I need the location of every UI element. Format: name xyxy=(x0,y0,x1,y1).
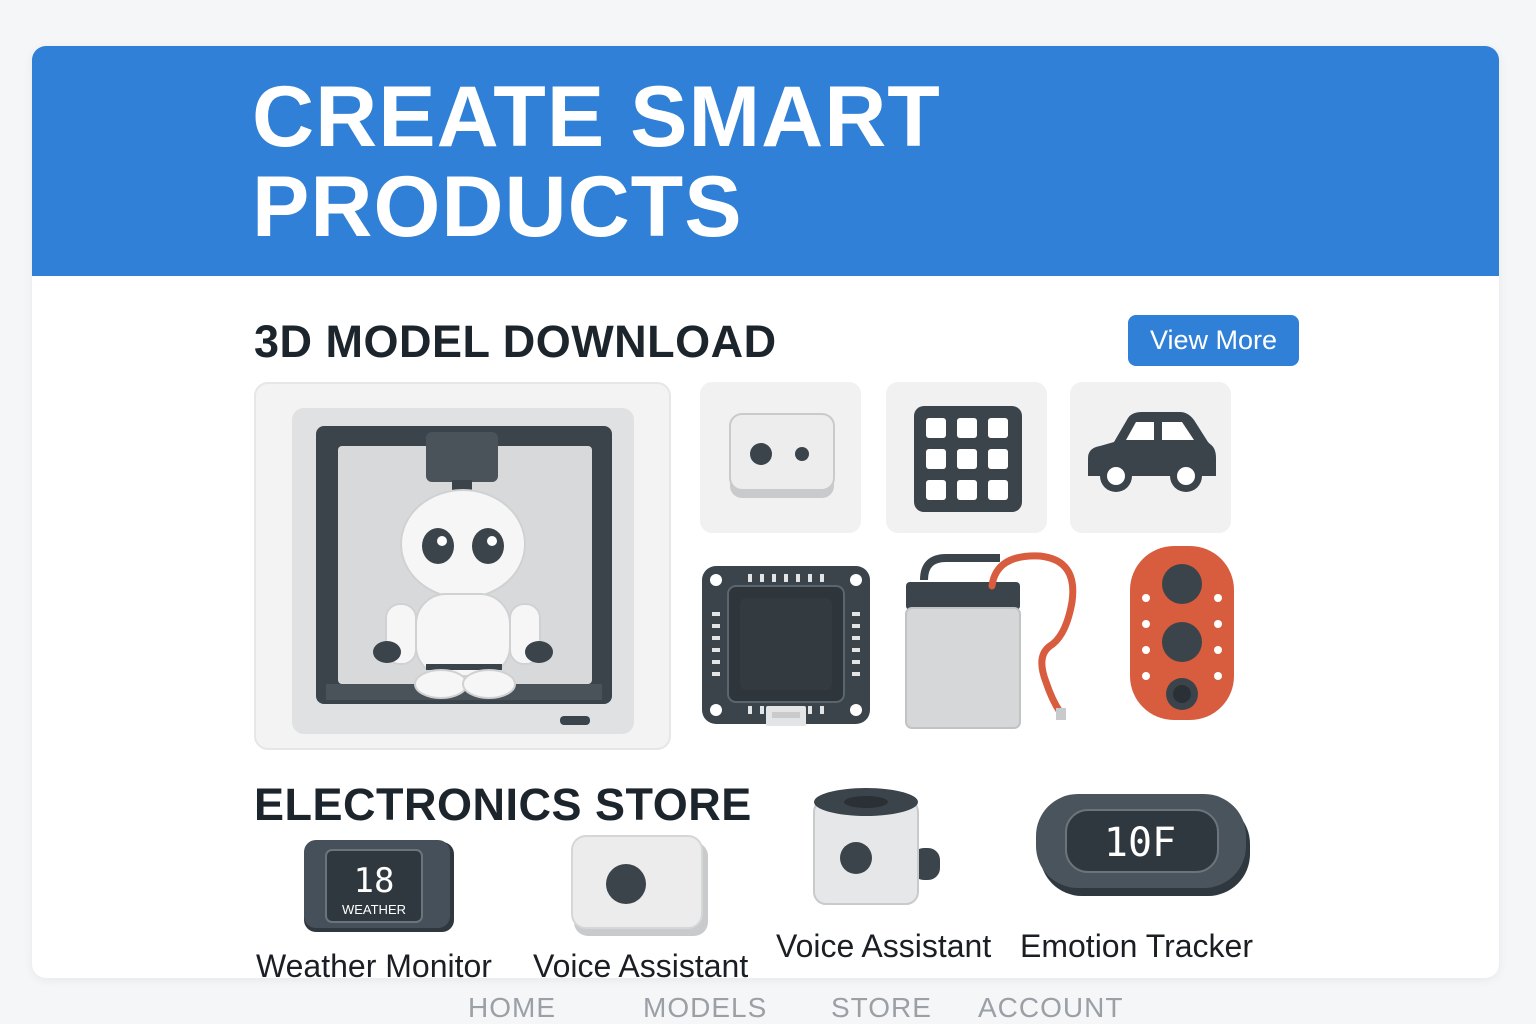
emotion-display-value: 10F xyxy=(1104,820,1176,866)
view-more-button[interactable]: View More xyxy=(1128,315,1299,366)
model-item-microcontroller[interactable] xyxy=(700,564,872,730)
car-icon xyxy=(1088,412,1216,492)
hero-title-line-2: PRODUCTS xyxy=(252,159,743,255)
product-image-voice-assistant-cylinder[interactable] xyxy=(808,784,942,912)
product-label-voice-assistant-2[interactable]: Voice Assistant xyxy=(776,928,991,965)
main-card: CREATE SMART PRODUCTS 3D MODEL DOWNLOAD … xyxy=(32,46,1499,978)
models-section-title: 3D MODEL DOWNLOAD xyxy=(254,316,777,367)
hero-title: CREATE SMART PRODUCTS xyxy=(252,72,1152,252)
bottom-nav: HOME MODELS STORE ACCOUNT xyxy=(0,992,1536,1024)
emotion-tracker-icon: 10F xyxy=(1036,794,1250,896)
weather-monitor-icon: 18 WEATHER xyxy=(304,840,454,932)
product-label-weather-monitor[interactable]: Weather Monitor xyxy=(256,948,492,978)
model-tile-sensor[interactable] xyxy=(700,382,861,533)
product-image-weather-monitor[interactable]: 18 WEATHER xyxy=(302,838,456,934)
model-tile-keypad[interactable] xyxy=(886,382,1047,533)
hero-banner: CREATE SMART PRODUCTS xyxy=(32,46,1499,276)
nav-item-models[interactable]: MODELS xyxy=(643,992,767,1024)
product-image-emotion-tracker[interactable]: 10F xyxy=(1034,792,1254,898)
voice-assistant-cylinder-icon xyxy=(813,788,940,905)
model-item-battery[interactable] xyxy=(900,552,1086,734)
product-label-voice-assistant-1[interactable]: Voice Assistant xyxy=(533,948,748,978)
nav-item-account[interactable]: ACCOUNT xyxy=(978,992,1123,1024)
microcontroller-board-icon xyxy=(702,566,870,726)
weather-display-value: 18 xyxy=(354,861,395,901)
sensor-module-icon xyxy=(729,413,835,498)
product-label-emotion-tracker[interactable]: Emotion Tracker xyxy=(1020,928,1253,965)
model-tile-3d-printer[interactable] xyxy=(254,382,671,750)
speaker-module-icon xyxy=(1130,546,1234,720)
hero-title-line-1: CREATE SMART xyxy=(252,69,941,165)
keypad-icon xyxy=(914,406,1022,512)
store-section-title: ELECTRONICS STORE xyxy=(254,779,752,830)
battery-pack-icon xyxy=(905,552,1077,729)
model-tile-car[interactable] xyxy=(1070,382,1231,533)
weather-display-sublabel: WEATHER xyxy=(342,902,406,917)
nav-item-store[interactable]: STORE xyxy=(831,992,932,1024)
voice-assistant-button-icon xyxy=(571,835,708,936)
model-item-speaker-module[interactable] xyxy=(1126,542,1238,724)
3d-printer-robot-icon xyxy=(292,408,634,734)
nav-item-home[interactable]: HOME xyxy=(468,992,556,1024)
product-image-voice-assistant-button[interactable] xyxy=(570,834,710,938)
